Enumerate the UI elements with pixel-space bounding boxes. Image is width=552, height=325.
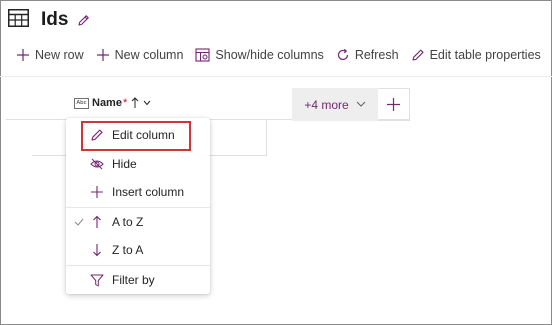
add-column-button[interactable] xyxy=(378,88,410,121)
more-columns-label: +4 more xyxy=(304,97,349,112)
refresh-icon xyxy=(337,48,348,61)
menu-item-sort-a-to-z[interactable]: A to Z xyxy=(66,208,210,236)
chevron-down-icon xyxy=(143,100,151,106)
show-hide-columns-button[interactable]: Show/hide columns xyxy=(195,48,324,62)
arrow-down-icon xyxy=(90,243,104,257)
new-column-label: New column xyxy=(114,48,184,62)
required-marker: * xyxy=(122,97,128,109)
filter-icon xyxy=(90,273,104,287)
table-icon xyxy=(8,8,29,32)
columns-icon xyxy=(195,48,210,62)
new-row-button[interactable]: New row xyxy=(16,48,84,62)
refresh-button[interactable]: Refresh xyxy=(336,48,399,62)
menu-item-sort-z-to-a[interactable]: Z to A xyxy=(66,236,210,264)
toolbar-divider xyxy=(0,76,552,77)
column-divider xyxy=(266,120,267,156)
menu-item-filter-by[interactable]: Filter by xyxy=(66,266,210,294)
column-header-name[interactable]: Abc Name * xyxy=(74,97,151,109)
page-header: Ids xyxy=(8,6,90,34)
edit-title-pencil-icon[interactable] xyxy=(77,14,90,27)
new-row-label: New row xyxy=(35,48,84,62)
menu-item-hide[interactable]: Hide xyxy=(66,150,210,178)
sort-ascending-icon xyxy=(131,97,139,109)
refresh-label: Refresh xyxy=(354,48,399,62)
menu-item-label: Insert column xyxy=(112,185,185,199)
plus-icon xyxy=(96,49,109,61)
plus-icon xyxy=(90,185,104,199)
text-type-icon: Abc xyxy=(74,97,89,109)
eye-hide-icon xyxy=(90,157,104,171)
menu-item-insert-column[interactable]: Insert column xyxy=(66,178,210,206)
checkmark-icon xyxy=(74,215,84,229)
menu-item-label: Filter by xyxy=(112,273,155,287)
highlight-box xyxy=(81,121,191,151)
plus-icon xyxy=(17,49,29,61)
more-columns-button[interactable]: +4 more xyxy=(292,88,378,121)
plus-icon xyxy=(387,98,400,111)
command-bar: New row New column Show/hide columns Ref… xyxy=(16,45,552,65)
show-hide-columns-label: Show/hide columns xyxy=(215,48,324,62)
edit-table-properties-label: Edit table properties xyxy=(429,48,541,62)
menu-item-label: Z to A xyxy=(112,243,144,257)
menu-item-label: A to Z xyxy=(112,215,144,229)
column-header-label: Name xyxy=(92,97,122,109)
menu-item-label: Hide xyxy=(112,157,137,171)
new-column-button[interactable]: New column xyxy=(96,48,184,62)
arrow-up-icon xyxy=(90,215,104,229)
chevron-down-icon xyxy=(356,101,366,107)
pencil-icon xyxy=(412,49,424,61)
page-title: Ids xyxy=(41,9,69,30)
edit-table-properties-button[interactable]: Edit table properties xyxy=(411,48,541,62)
